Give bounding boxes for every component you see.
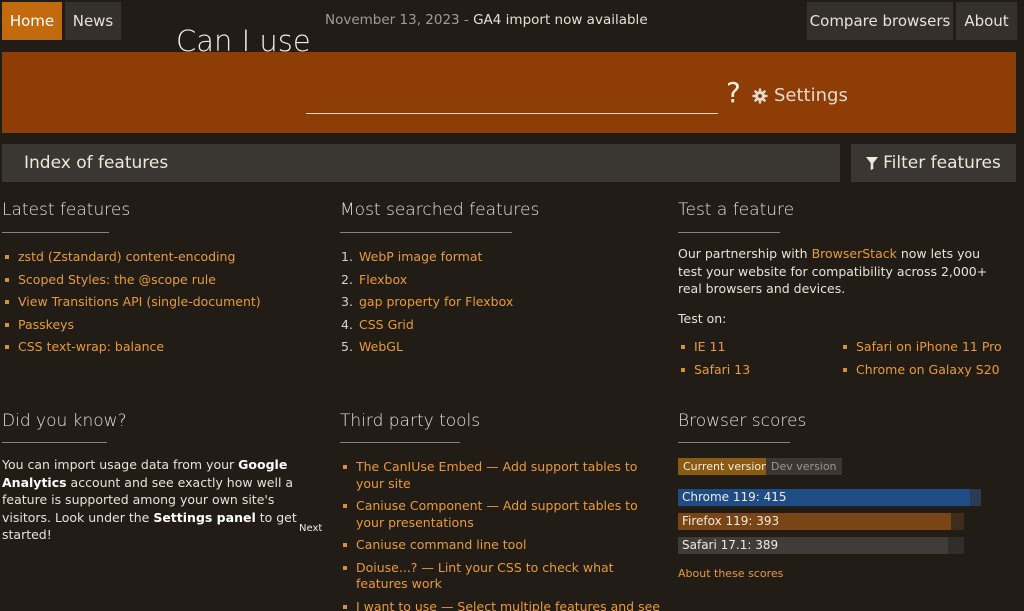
- most-searched-list: 1. WebP image format 2. Flexbox 3. gap prop…: [341, 246, 513, 359]
- list-item[interactable]: Scoped Styles: the @scope rule: [2, 269, 261, 292]
- feature-link[interactable]: Passkeys: [18, 317, 74, 332]
- list-item[interactable]: Caniuse Component — Add support tables t…: [340, 498, 660, 531]
- third-party-rule: [340, 442, 460, 443]
- nav-home[interactable]: Home: [2, 2, 62, 40]
- feature-link[interactable]: Flexbox: [359, 272, 407, 287]
- latest-features-list: zstd (Zstandard) content-encoding Scoped…: [2, 246, 261, 359]
- score-bar-chrome: Chrome 119: 415: [678, 489, 981, 506]
- list-item[interactable]: I want to use — Select multiple features…: [340, 599, 660, 611]
- rank-number: 5.: [341, 339, 353, 355]
- test-feature-title: Test a feature: [678, 200, 795, 220]
- test-text-before: Our partnership with: [678, 246, 812, 261]
- filter-icon: [866, 156, 879, 170]
- test-on-list-2: Safari on iPhone 11 Pro Chrome on Galaxy…: [840, 336, 1002, 381]
- rank-number: 3.: [341, 294, 353, 310]
- score-bar-safari: Safari 17.1: 389: [678, 537, 964, 554]
- third-party-list: The CanIUse Embed — Add support tables t…: [340, 459, 660, 611]
- latest-features-title: Latest features: [2, 200, 131, 220]
- tool-link[interactable]: The CanIUse Embed — Add support tables t…: [356, 459, 637, 491]
- nav-about[interactable]: About: [956, 2, 1017, 40]
- list-item[interactable]: CSS text-wrap: balance: [2, 336, 261, 359]
- list-item[interactable]: 5. WebGL: [341, 336, 513, 359]
- list-item[interactable]: Passkeys: [2, 314, 261, 337]
- feature-link[interactable]: CSS text-wrap: balance: [18, 339, 164, 354]
- search-hero: [2, 52, 1016, 133]
- settings-label: Settings: [774, 85, 848, 106]
- list-item[interactable]: View Transitions API (single-document): [2, 291, 261, 314]
- feature-link[interactable]: WebGL: [359, 339, 403, 354]
- nav-news[interactable]: News: [65, 2, 121, 40]
- most-searched-title: Most searched features: [340, 200, 540, 220]
- nav-compare-browsers[interactable]: Compare browsers: [807, 2, 953, 40]
- index-of-features[interactable]: Index of features: [2, 144, 840, 182]
- list-item[interactable]: The CanIUse Embed — Add support tables t…: [340, 459, 660, 492]
- feature-link[interactable]: WebP image format: [359, 249, 482, 264]
- list-item[interactable]: 4. CSS Grid: [341, 314, 513, 337]
- list-item[interactable]: Safari on iPhone 11 Pro: [840, 336, 1002, 359]
- filter-features-button[interactable]: Filter features: [851, 144, 1016, 182]
- latest-features-rule: [2, 232, 109, 233]
- question-mark: ?: [726, 76, 741, 109]
- rank-number: 1.: [341, 249, 353, 264]
- filter-label: Filter features: [883, 153, 1001, 173]
- next-button[interactable]: Next: [299, 523, 322, 534]
- browserstack-link[interactable]: BrowserStack: [812, 246, 897, 261]
- dyk-bold-2: Settings panel: [153, 509, 256, 525]
- rank-number: 4.: [341, 316, 353, 332]
- test-browser-link[interactable]: Safari on iPhone 11 Pro: [856, 339, 1002, 354]
- announcement-link[interactable]: GA4 import now available: [473, 12, 648, 28]
- test-browser-link[interactable]: Chrome on Galaxy S20: [856, 362, 1000, 377]
- feature-link[interactable]: View Transitions API (single-document): [18, 294, 261, 309]
- search-underline: [306, 113, 718, 114]
- score-label: Firefox 119: 393: [682, 514, 780, 528]
- rank-number: 2.: [341, 271, 353, 287]
- announcement-date: November 13, 2023 -: [325, 12, 474, 28]
- list-item[interactable]: zstd (Zstandard) content-encoding: [2, 246, 261, 269]
- did-you-know-title: Did you know?: [2, 411, 127, 431]
- list-item[interactable]: 2. Flexbox: [341, 269, 513, 292]
- list-item[interactable]: Caniuse command line tool: [340, 537, 660, 554]
- test-feature-description: Our partnership with BrowserStack now le…: [678, 245, 1008, 298]
- about-scores-link[interactable]: About these scores: [678, 567, 783, 580]
- list-item[interactable]: Doiuse...? — Lint your CSS to check what…: [340, 560, 660, 593]
- tool-link[interactable]: I want to use — Select multiple features…: [356, 599, 660, 611]
- third-party-title: Third party tools: [340, 411, 481, 431]
- index-label: Index of features: [24, 153, 169, 173]
- test-feature-rule: [678, 232, 780, 233]
- score-label: Safari 17.1: 389: [682, 538, 779, 552]
- test-browser-link[interactable]: Safari 13: [694, 362, 750, 377]
- list-item[interactable]: Safari 13: [678, 359, 750, 382]
- tool-link[interactable]: Caniuse Component — Add support tables t…: [356, 498, 638, 530]
- dyk-text-1: You can import usage data from your: [2, 457, 239, 472]
- announcement: November 13, 2023 - GA4 import now avail…: [325, 12, 648, 28]
- tool-link[interactable]: Caniuse command line tool: [356, 537, 526, 552]
- tool-link[interactable]: Doiuse...? — Lint your CSS to check what…: [356, 560, 614, 592]
- search-input[interactable]: [306, 28, 718, 62]
- browser-scores-title: Browser scores: [678, 411, 807, 431]
- score-label: Chrome 119: 415: [682, 490, 787, 504]
- tab-current-version[interactable]: Current version: [678, 458, 774, 475]
- settings-button[interactable]: Settings: [752, 85, 848, 106]
- browser-scores-rule: [678, 442, 790, 443]
- feature-link[interactable]: Scoped Styles: the @scope rule: [18, 272, 216, 287]
- test-on-label: Test on:: [678, 311, 727, 326]
- gear-icon: [752, 88, 768, 103]
- feature-link[interactable]: CSS Grid: [359, 317, 414, 332]
- test-on-list-1: IE 11 Safari 13: [678, 336, 750, 381]
- test-browser-link[interactable]: IE 11: [694, 339, 725, 354]
- list-item[interactable]: 1. WebP image format: [341, 246, 513, 269]
- did-you-know-text: You can import usage data from your Goog…: [2, 456, 318, 544]
- can-i-use-label: Can I use: [176, 24, 311, 58]
- tab-dev-version[interactable]: Dev version: [766, 458, 842, 475]
- did-you-know-rule: [2, 442, 107, 443]
- list-item[interactable]: Chrome on Galaxy S20: [840, 359, 1002, 382]
- feature-link[interactable]: zstd (Zstandard) content-encoding: [18, 249, 235, 264]
- feature-link[interactable]: gap property for Flexbox: [359, 294, 513, 309]
- most-searched-rule: [340, 232, 512, 233]
- list-item[interactable]: IE 11: [678, 336, 750, 359]
- score-bar-firefox: Firefox 119: 393: [678, 513, 964, 530]
- list-item[interactable]: 3. gap property for Flexbox: [341, 291, 513, 314]
